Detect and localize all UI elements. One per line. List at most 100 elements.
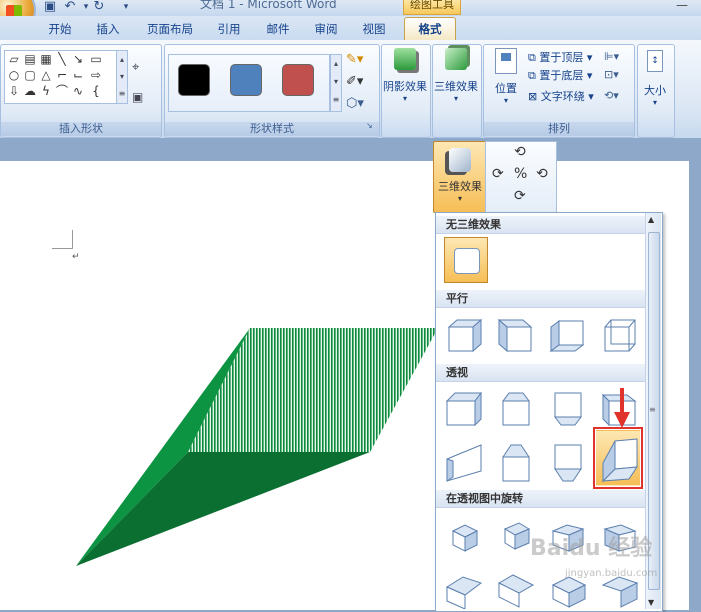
- shape-top-face: [188, 328, 438, 452]
- category-rotate-perspective: 在透视图中旋转: [436, 490, 646, 508]
- rotate-perspective-option-5[interactable]: [442, 566, 484, 609]
- parallel-option-3[interactable]: [546, 314, 588, 354]
- group-label-insert-shapes: 插入形状: [1, 122, 161, 136]
- threed-effects-label: 三维效果: [434, 80, 478, 93]
- down-arrow-icon[interactable]: ⇩: [7, 85, 21, 97]
- parallel-option-1[interactable]: [442, 314, 484, 354]
- line-icon[interactable]: ╲: [55, 53, 69, 65]
- align-icon[interactable]: ⊫▾: [604, 50, 619, 63]
- no-3d-effect-option[interactable]: [444, 237, 488, 283]
- brace-icon[interactable]: {: [89, 85, 103, 97]
- tilt-left-icon[interactable]: ⟳: [492, 166, 504, 182]
- tab-insert[interactable]: 插入: [88, 19, 128, 39]
- picture-shape-icon[interactable]: ▦: [39, 53, 53, 65]
- paragraph-mark-icon: ↵: [72, 252, 80, 262]
- perspective-option-5[interactable]: [442, 440, 484, 482]
- perspective-option-3[interactable]: [546, 388, 588, 428]
- tilt-up-icon[interactable]: ⟲: [514, 144, 526, 160]
- scroll-grip-icon: ≡: [649, 405, 656, 414]
- rotate-icon[interactable]: ⟲▾: [604, 89, 619, 102]
- bring-to-front-label: 置于顶层: [539, 51, 584, 64]
- perspective-option-2[interactable]: [494, 388, 536, 428]
- send-to-back-button[interactable]: ⧉ 置于底层 ▾: [528, 68, 592, 84]
- parallel-option-4[interactable]: [598, 314, 640, 354]
- rotate-perspective-option-6[interactable]: [494, 566, 536, 608]
- bring-to-front-button[interactable]: ⧉ 置于顶层 ▾: [528, 50, 592, 66]
- tilt-down-icon[interactable]: ⟳: [514, 188, 526, 204]
- curve-icon[interactable]: ∿: [71, 85, 85, 97]
- rectangle-icon[interactable]: ▭: [89, 53, 103, 65]
- oval-icon[interactable]: ○: [7, 69, 21, 81]
- category-parallel: 平行: [436, 290, 646, 308]
- size-button[interactable]: ↕ 大小 ▾: [638, 50, 672, 107]
- edit-shape-icon[interactable]: ⌖: [132, 60, 139, 75]
- shapes-gallery[interactable]: ▱ ▤ ▦ ╲ ↘ ▭ ○ ▢ △ ⌐ ⌙ ⇨ ⇩ ☁ ϟ ⌒ ∿ {: [4, 50, 118, 104]
- shape-fill-icon[interactable]: ✎▾: [346, 52, 363, 67]
- parallelogram-icon[interactable]: ▱: [7, 53, 21, 65]
- tab-review[interactable]: 审阅: [306, 19, 346, 39]
- group-label-arrange: 排列: [484, 122, 634, 136]
- tab-format[interactable]: 格式: [404, 19, 456, 39]
- triangle-icon[interactable]: △: [39, 69, 53, 81]
- scroll-down-icon[interactable]: ▼: [648, 598, 654, 607]
- text-wrap-button[interactable]: ⊠ 文字环绕 ▾: [528, 89, 594, 105]
- tab-view[interactable]: 视图: [354, 19, 394, 39]
- margin-corner-mark: [52, 230, 73, 249]
- bring-to-front-icon: ⧉: [528, 51, 540, 64]
- undo-icon[interactable]: ↶: [62, 0, 78, 15]
- category-no-3d: 无三维效果: [436, 216, 646, 234]
- perspective-option-7[interactable]: [546, 440, 588, 482]
- textbox-icon[interactable]: ▤: [23, 53, 37, 65]
- baidu-watermark: Baidu 经验: [530, 536, 653, 561]
- redo-icon[interactable]: ↻: [91, 0, 107, 15]
- baidu-watermark-url: jingyan.baidu.com: [565, 568, 658, 579]
- draw-textbox-icon[interactable]: ▣: [132, 90, 143, 104]
- elbow-connector-icon[interactable]: ⌐: [55, 69, 69, 81]
- customize-quick-access-icon[interactable]: ▾: [118, 0, 134, 15]
- tab-page-layout[interactable]: 页面布局: [140, 19, 200, 39]
- arrow-line-icon[interactable]: ↘: [71, 53, 85, 65]
- send-to-back-label: 置于底层: [539, 69, 584, 82]
- tilt-toggle-icon[interactable]: %: [514, 166, 527, 182]
- shapes-gallery-scroll[interactable]: ▴ ▾ ≡: [116, 50, 128, 104]
- connector-icon[interactable]: ⌙: [71, 69, 85, 81]
- style-swatch-blue[interactable]: [230, 64, 262, 96]
- position-button[interactable]: 位置 ▾: [488, 48, 524, 105]
- perspective-option-1[interactable]: [442, 388, 484, 428]
- threed-effects-dropdown-button[interactable]: 三维效果 ▾: [433, 141, 487, 213]
- threed-effects-dropdown-label: 三维效果: [438, 180, 482, 193]
- change-shape-icon[interactable]: ⬡▾: [346, 96, 364, 111]
- context-tab-group-label: 绘图工具: [403, 0, 461, 15]
- lightning-icon[interactable]: ϟ: [39, 85, 53, 97]
- perspective-option-6[interactable]: [494, 440, 536, 482]
- tilt-right-icon[interactable]: ⟲: [536, 166, 548, 182]
- rotate-perspective-option-1[interactable]: [442, 514, 484, 554]
- send-to-back-icon: ⧉: [528, 69, 540, 82]
- tab-mailings[interactable]: 邮件: [258, 19, 298, 39]
- group-objects-icon[interactable]: ⊡▾: [604, 68, 619, 81]
- style-swatch-red[interactable]: [282, 64, 314, 96]
- scroll-up-icon[interactable]: ▲: [648, 215, 654, 224]
- text-wrap-label: 文字环绕: [540, 90, 585, 103]
- tilt-controls: ⟲ ⟳ % ⟲ ⟳: [485, 141, 557, 213]
- rounded-rect-icon[interactable]: ▢: [23, 69, 37, 81]
- minimize-icon[interactable]: —: [676, 0, 701, 12]
- annotation-highlight-box: [593, 427, 643, 489]
- shape-outline-icon[interactable]: ✐▾: [346, 74, 363, 89]
- cloud-icon[interactable]: ☁: [23, 85, 37, 97]
- right-arrow-icon[interactable]: ⇨: [89, 69, 103, 81]
- group-label-shape-styles: 形状样式: [165, 122, 379, 136]
- annotation-arrow-icon: [614, 388, 630, 428]
- tab-home[interactable]: 开始: [40, 19, 80, 39]
- arc-icon[interactable]: ⌒: [55, 85, 69, 97]
- parallel-option-2[interactable]: [494, 314, 536, 354]
- style-gallery-scroll[interactable]: ▴ ▾ ≡: [330, 54, 342, 112]
- shadow-effects-label: 阴影效果: [383, 80, 427, 93]
- style-swatch-black[interactable]: [178, 64, 210, 96]
- 3d-shape[interactable]: [70, 320, 440, 570]
- save-icon[interactable]: ▣: [42, 0, 58, 15]
- threed-effects-ribbon-button[interactable]: 三维效果 ▾: [433, 48, 479, 103]
- shadow-effects-button[interactable]: 阴影效果 ▾: [382, 48, 428, 103]
- dialog-launcher-icon[interactable]: ↘: [366, 121, 373, 130]
- tab-references[interactable]: 引用: [209, 19, 249, 39]
